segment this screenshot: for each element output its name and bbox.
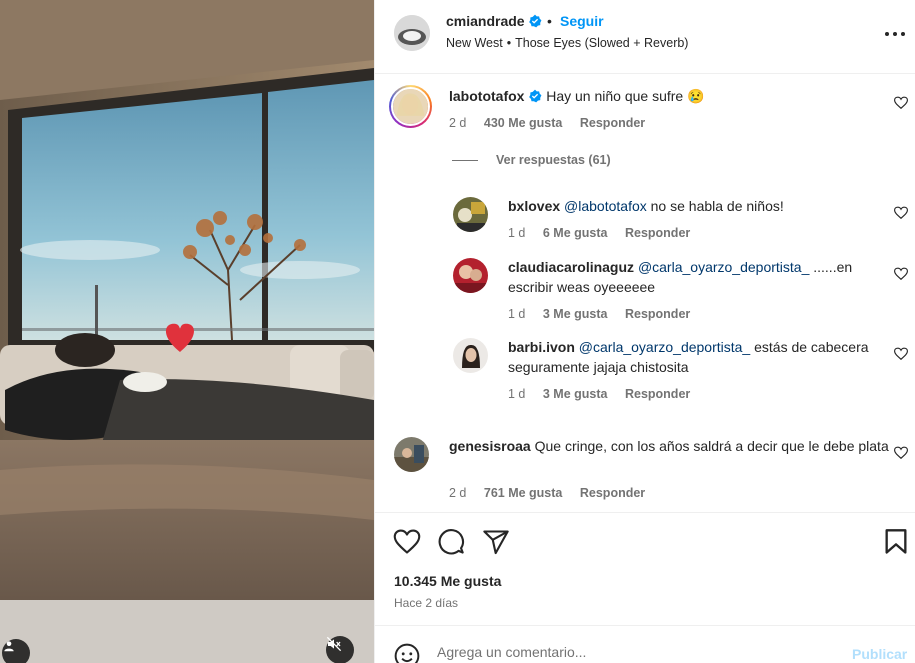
follow-button[interactable]: Seguir <box>560 13 604 29</box>
like-comment-heart-icon[interactable] <box>894 446 908 460</box>
comment-icon[interactable] <box>437 528 465 556</box>
bookmark-icon[interactable] <box>882 528 910 556</box>
comment-age: 2 d <box>449 486 467 500</box>
post-media[interactable] <box>0 0 374 663</box>
reply-button[interactable]: Responder <box>625 387 690 401</box>
tag-user-button[interactable] <box>2 639 30 663</box>
commenter-avatar[interactable] <box>453 197 488 232</box>
like-comment-heart-icon[interactable] <box>894 347 908 361</box>
comment-likes[interactable]: 6 Me gusta <box>543 226 608 240</box>
comment-username[interactable]: claudiacarolinaguz <box>508 259 634 275</box>
comment-item: labototafox Hay un niño que sufre 😢 2 d … <box>375 75 915 145</box>
comment-meta: 2 d 761 Me gusta Responder <box>449 486 659 500</box>
verified-icon <box>529 89 542 103</box>
comment-age: 1 d <box>508 307 526 321</box>
like-comment-heart-icon[interactable] <box>894 96 908 110</box>
verified-icon <box>529 14 542 28</box>
mute-button[interactable] <box>326 636 354 663</box>
comment-likes[interactable]: 761 Me gusta <box>484 486 563 500</box>
reply-button[interactable]: Responder <box>580 486 645 500</box>
comment-item: genesisroaa Que cringe, con los años sal… <box>375 430 915 510</box>
comment-username[interactable]: labototafox <box>449 88 524 104</box>
post-photo <box>0 0 374 663</box>
post-header: cmiandrade • Seguir New West • Those Eyes … <box>375 0 915 74</box>
reply-button[interactable]: Responder <box>580 116 645 130</box>
comment-meta: 1 d 3 Me gusta Responder <box>508 387 704 401</box>
comment-likes[interactable]: 3 Me gusta <box>543 307 608 321</box>
comment-username[interactable]: barbi.ivon <box>508 339 575 355</box>
comment-meta: 1 d 3 Me gusta Responder <box>508 307 704 321</box>
author-avatar[interactable] <box>394 15 430 51</box>
likes-count[interactable]: 10.345 Me gusta <box>394 573 501 589</box>
post-actions: 10.345 Me gusta Hace 2 días <box>375 512 915 625</box>
comment-age: 2 d <box>449 116 467 130</box>
location-link[interactable]: New West <box>446 36 503 50</box>
post-detail-panel: cmiandrade • Seguir New West • Those Eyes … <box>374 0 915 663</box>
like-comment-heart-icon[interactable] <box>894 206 908 220</box>
mention-link[interactable]: @carla_oyarzo_deportista_ <box>579 339 750 355</box>
comment-meta: 1 d 6 Me gusta Responder <box>508 226 704 240</box>
reply-item: claudiacarolinaguz @carla_oyarzo_deporti… <box>375 251 915 331</box>
mute-icon <box>326 636 342 652</box>
comment-input[interactable] <box>437 644 837 660</box>
user-tag-icon <box>4 641 14 652</box>
emoji-icon[interactable] <box>394 643 420 663</box>
comment-meta: 2 d 430 Me gusta Responder <box>449 116 659 130</box>
comment-username[interactable]: genesisroaa <box>449 438 531 454</box>
comment-likes[interactable]: 3 Me gusta <box>543 387 608 401</box>
commenter-avatar[interactable] <box>394 437 429 472</box>
heart-icon[interactable] <box>393 528 421 556</box>
replies-divider <box>452 160 478 162</box>
like-comment-heart-icon[interactable] <box>894 267 908 281</box>
reply-button[interactable]: Responder <box>625 226 690 240</box>
comment-likes[interactable]: 430 Me gusta <box>484 116 563 130</box>
comment-text: Que cringe, con los años saldrá a decir … <box>534 438 889 454</box>
comment-age: 1 d <box>508 226 526 240</box>
add-comment-bar: Publicar <box>375 625 915 663</box>
commenter-avatar[interactable] <box>453 258 488 293</box>
reply-item: barbi.ivon @carla_oyarzo_deportista_ est… <box>375 331 915 411</box>
mention-link[interactable]: @labototafox <box>564 198 647 214</box>
author-username[interactable]: cmiandrade <box>446 13 542 29</box>
mention-link[interactable]: @carla_oyarzo_deportista_ <box>638 259 809 275</box>
comment-username[interactable]: bxlovex <box>508 198 560 214</box>
separator-dot: • <box>547 13 552 29</box>
view-replies-button[interactable]: Ver respuestas (61) <box>452 153 611 167</box>
reply-button[interactable]: Responder <box>625 307 690 321</box>
comment-age: 1 d <box>508 387 526 401</box>
post-time: Hace 2 días <box>394 596 459 610</box>
post-subtitle: New West • Those Eyes (Slowed + Reverb) <box>446 36 689 50</box>
share-icon[interactable] <box>482 528 510 556</box>
publish-button[interactable]: Publicar <box>852 646 907 662</box>
audio-link[interactable]: Those Eyes (Slowed + Reverb) <box>515 36 688 50</box>
commenter-avatar[interactable] <box>453 338 488 373</box>
comments-list: labototafox Hay un niño que sufre 😢 2 d … <box>375 75 915 511</box>
reply-item: bxlovex @labototafox no se habla de niño… <box>375 190 915 250</box>
comment-text: Hay un niño que sufre 😢 <box>546 88 705 104</box>
comment-text: no se habla de niños! <box>650 198 784 214</box>
commenter-avatar[interactable] <box>389 85 432 128</box>
more-options-icon[interactable] <box>883 24 907 44</box>
